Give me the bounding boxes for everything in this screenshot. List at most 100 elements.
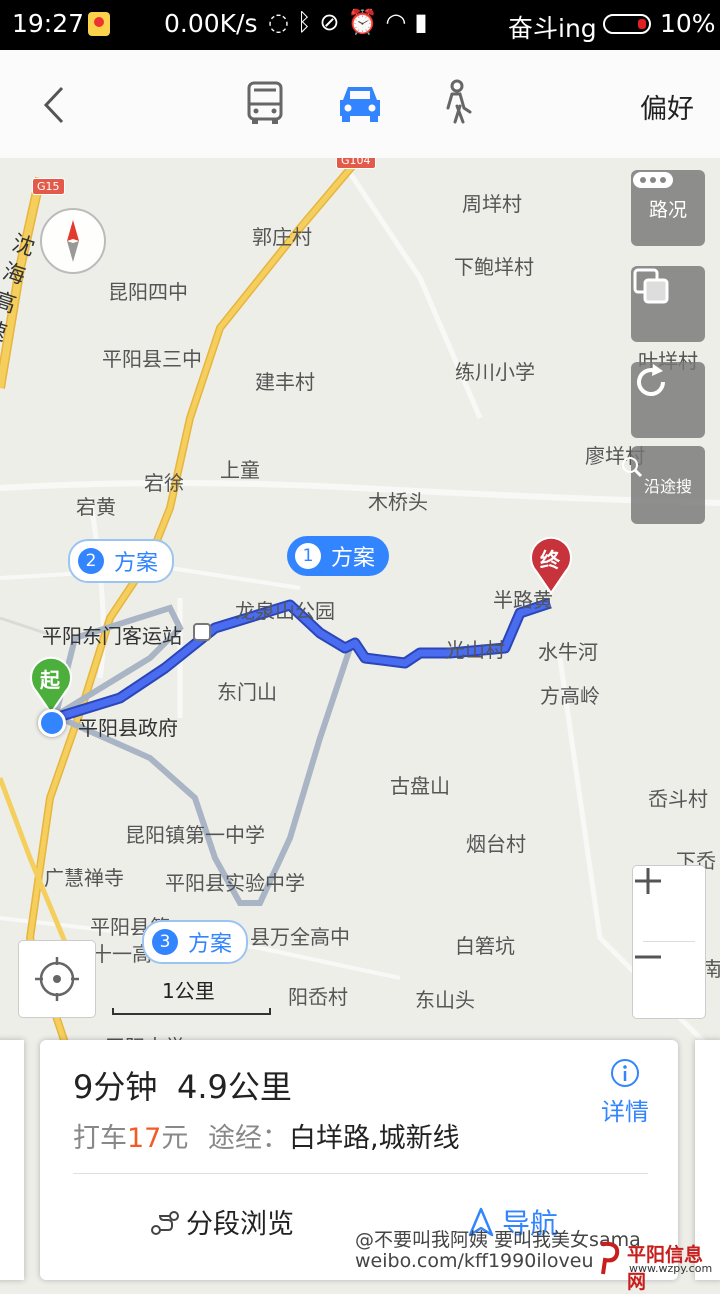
bus-stop-icon [193,623,211,641]
traffic-dots-icon [633,172,673,188]
place-label: 下鲍垟村 [454,255,534,279]
walk-icon [446,79,472,124]
crosshair-icon [35,957,79,1001]
via-prefix: 途经： [208,1123,289,1154]
network-speed: 0.00K/s [164,9,258,38]
place-label: 郭庄村 [252,225,312,249]
traffic-button[interactable]: 路况 [631,170,705,246]
place-label: 岙斗村 [648,787,708,811]
place-label: 昆阳镇第一中学 [125,823,265,847]
segment-browse-label: 分段浏览 [186,1209,294,1240]
wifi-icon: ◠ [385,8,415,36]
details-label: 详情 [601,1098,649,1126]
along-search-label: 沿途搜 [643,477,692,496]
car-mode-tab[interactable] [335,78,385,128]
status-time: 19:27 [12,9,85,38]
mute-icon: ⊘ [319,8,348,36]
taxi-fare-value: 17 [127,1123,162,1154]
plan-1-bubble[interactable]: 1 方案 [287,536,390,576]
place-label: 建丰村 [255,370,315,394]
back-button[interactable] [36,80,76,130]
compass-icon [67,220,79,262]
weibo-url-watermark: weibo.com/kff1990iloveu [355,1250,594,1272]
refresh-icon [637,364,665,396]
zoom-control [632,865,706,1019]
place-label: 宕徐 [144,471,184,495]
battery-icon [603,14,651,34]
site-logo: 平阳信息网 www.wzpy.com [595,1238,715,1293]
bus-icon [247,81,283,124]
car-icon [340,87,380,122]
bus-mode-tab[interactable] [240,78,290,128]
place-label: 广慧禅寺 [44,866,124,890]
traffic-label: 路况 [648,198,687,221]
place-label: 平阳县政府 [78,716,178,740]
start-pin-label: 起 [40,668,60,692]
headset-icon: ◌ [268,8,297,36]
place-label: 平阳县三中 [102,347,202,371]
place-label: 周垟村 [462,192,522,216]
end-pin-label: 终 [540,548,560,572]
walk-mode-tab[interactable] [430,78,480,128]
route-distance: 4.9公里 [177,1068,292,1106]
prev-route-card[interactable] [0,1040,24,1280]
search-icon [622,457,643,478]
zoom-out-button[interactable] [633,942,705,1017]
place-label: 水牛河 [538,640,598,664]
place-label: 练川小学 [455,360,535,384]
plan-3-number: 3 [152,929,178,955]
plan-3-label: 方案 [188,932,233,957]
preference-button[interactable]: 偏好 [640,87,694,126]
bluetooth-icon: ᛒ [296,8,320,36]
place-label: 古盘山 [390,774,450,798]
plan-2-number: 2 [78,548,104,574]
via-roads-text: 途经：白垟路,城新线 [208,1116,460,1155]
chevron-left-icon [43,86,64,124]
place-label: 方高岭 [540,684,600,708]
route-mode-toolbar: 偏好 [0,50,720,159]
zoom-in-button[interactable] [633,866,705,941]
along-route-search-button[interactable]: 沿途搜 [622,446,705,524]
compass-button[interactable] [40,208,106,274]
plan-1-number: 1 [295,543,321,569]
place-label: 宕黄 [76,495,116,519]
current-location-dot [38,709,66,737]
taxi-fare-unit: 元 [161,1123,189,1154]
map-app-notification-icon [88,12,110,36]
place-label: 上童 [220,458,260,482]
carrier-name: 奋斗ing [508,14,597,43]
locate-me-button[interactable] [18,940,96,1018]
plan-2-bubble[interactable]: 2 方案 [68,539,175,583]
map-scale-label: 1公里 [162,979,215,1003]
place-label: 东山头 [415,988,475,1012]
site-url: www.wzpy.com [629,1262,713,1275]
battery-percent: 10% [660,9,716,38]
plan-2-label: 方案 [114,551,159,576]
place-label: 昆阳四中 [108,280,188,304]
place-label: 白箬坑 [455,934,515,958]
road-shield-g15: G15 [32,178,65,195]
plus-icon [635,868,661,894]
minus-icon [635,955,661,959]
place-label: 烟台村 [466,832,526,856]
place-label: 阳岙村 [288,985,348,1009]
status-icons: ◌ᛒ⊘⏰◠▮ [268,8,436,36]
details-button[interactable]: 详情 [595,1058,655,1127]
info-icon [611,1059,639,1087]
taxi-fare-text: 打车17元 [73,1116,188,1155]
via-roads: 白垟路,城新线 [289,1123,460,1154]
site-logo-icon [600,1241,620,1275]
taxi-prefix: 打车 [73,1123,127,1154]
place-label: 龙泉山公园 [235,599,335,623]
segment-browse-button[interactable]: 分段浏览 [150,1202,294,1241]
place-label: 木桥头 [368,490,428,514]
route-duration: 9分钟 [73,1068,158,1106]
place-label: 光山村 [445,638,505,662]
layers-icon [633,268,669,304]
layers-button[interactable] [631,266,705,342]
refresh-button[interactable] [631,362,705,438]
plan-3-bubble[interactable]: 3 方案 [142,920,249,964]
place-label: 县万全高中 [250,925,350,949]
signal-icon: ▮ [414,8,436,36]
alarm-icon: ⏰ [347,8,386,36]
